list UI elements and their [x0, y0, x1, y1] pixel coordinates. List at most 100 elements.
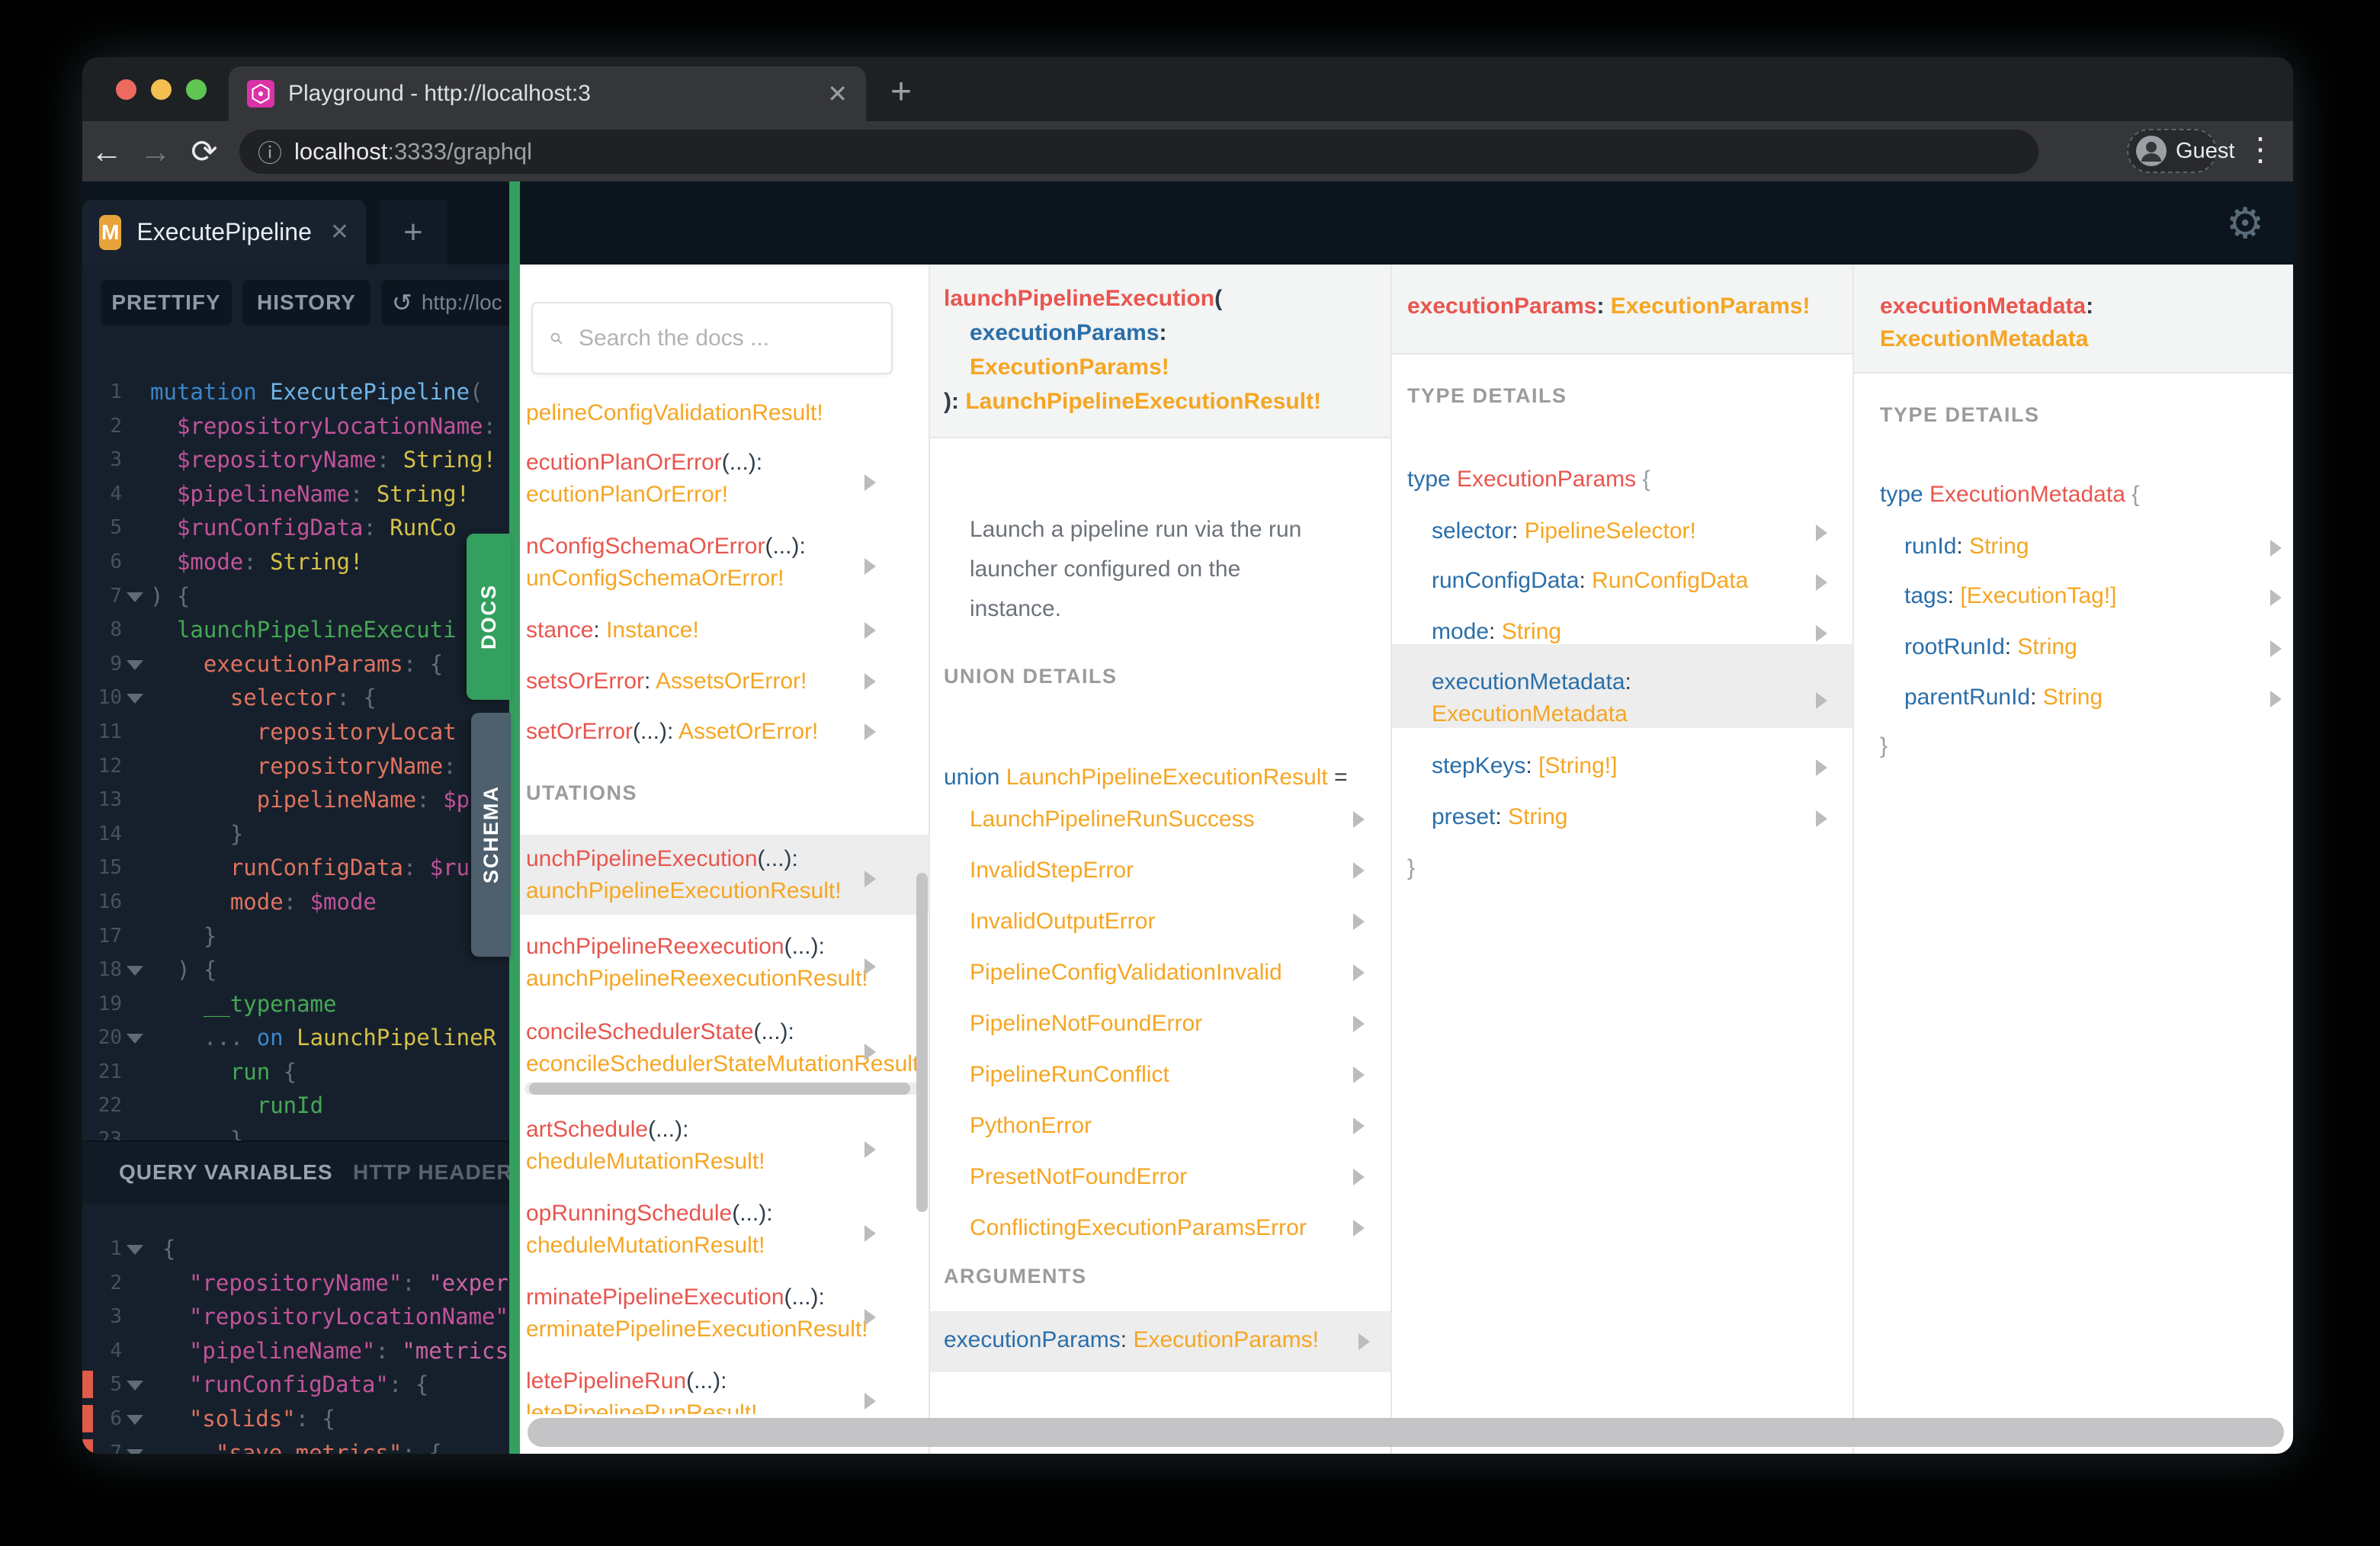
- type-declaration[interactable]: type ExecutionParams {: [1407, 467, 1650, 492]
- docs-field-item[interactable]: setOrError(...): AssetOrError!: [526, 719, 818, 745]
- code-line[interactable]: 1 mutation ExecutePipeline(: [82, 375, 509, 409]
- code-line[interactable]: 11 repositoryLocat: [82, 715, 509, 749]
- docs-field-item[interactable]: artSchedule(...):: [526, 1117, 688, 1143]
- expand-arrow-icon[interactable]: [1353, 862, 1365, 879]
- code-line[interactable]: 3 "repositoryLocationName":: [82, 1300, 509, 1334]
- docs-field-item[interactable]: unchPipelineExecution(...):: [526, 846, 798, 872]
- docs-field-item[interactable]: erminatePipelineExecutionResult!: [526, 1317, 868, 1342]
- docs-search[interactable]: [531, 302, 893, 374]
- code-line[interactable]: 12 repositoryName: $r: [82, 749, 509, 784]
- code-line[interactable]: 4 $pipelineName: String!: [82, 477, 509, 512]
- union-member[interactable]: PipelineRunConflict: [970, 1062, 1169, 1088]
- union-declaration[interactable]: union LaunchPipelineExecutionResult =: [944, 765, 1348, 791]
- profile-button[interactable]: Guest: [2127, 129, 2234, 173]
- expand-arrow-icon[interactable]: [1353, 964, 1365, 981]
- docs-field-item[interactable]: aunchPipelineReexecutionResult!: [526, 966, 868, 992]
- fold-caret-icon[interactable]: [127, 1448, 143, 1454]
- docs-search-input[interactable]: [577, 324, 874, 352]
- playground-new-tab-button[interactable]: +: [380, 200, 447, 265]
- selected-arg-signature[interactable]: executionParams: ExecutionParams!: [1407, 293, 1811, 319]
- code-line[interactable]: 6 $mode: String!: [82, 545, 509, 579]
- code-line[interactable]: 23}: [82, 1123, 509, 1140]
- forward-icon[interactable]: →: [131, 133, 180, 170]
- expand-arrow-icon[interactable]: [864, 871, 876, 887]
- settings-gear-icon[interactable]: ⚙: [2226, 198, 2264, 249]
- type-field[interactable]: tags: [ExecutionTag!]: [1904, 583, 2117, 609]
- minimize-window-button[interactable]: [151, 79, 172, 100]
- selected-field-signature[interactable]: ExecutionMetadata: [1880, 326, 2088, 352]
- code-line[interactable]: 19 __typename: [82, 987, 509, 1022]
- union-member[interactable]: ConflictingExecutionParamsError: [970, 1215, 1307, 1241]
- code-line[interactable]: 3 $repositoryName: String!: [82, 443, 509, 477]
- horizontal-scrollbar[interactable]: [529, 1083, 910, 1095]
- type-field[interactable]: mode: String: [1432, 619, 1561, 645]
- expand-arrow-icon[interactable]: [864, 1309, 876, 1326]
- type-field[interactable]: parentRunId: String: [1904, 685, 2103, 710]
- fold-caret-icon[interactable]: [127, 592, 143, 602]
- docs-divider[interactable]: [509, 181, 520, 1454]
- code-line[interactable]: 20... on LaunchPipelineR: [82, 1021, 509, 1055]
- expand-arrow-icon[interactable]: [1353, 913, 1365, 930]
- horizontal-scrollbar[interactable]: [528, 1418, 2284, 1447]
- expand-arrow-icon[interactable]: [2270, 589, 2282, 606]
- signature-line[interactable]: ): LaunchPipelineExecutionResult!: [944, 389, 1321, 415]
- fold-caret-icon[interactable]: [127, 694, 143, 704]
- vertical-scrollbar[interactable]: [916, 873, 928, 1212]
- tab-query-variables[interactable]: QUERY VARIABLES: [119, 1160, 333, 1185]
- docs-field-item[interactable]: stance: Instance!: [526, 617, 699, 643]
- docs-field-item[interactable]: letePipelineRun(...):: [526, 1368, 727, 1394]
- expand-arrow-icon[interactable]: [864, 673, 876, 690]
- endpoint-reload-icon[interactable]: ↺: [392, 288, 412, 317]
- reload-icon[interactable]: ⟳: [180, 133, 229, 170]
- docs-field-item[interactable]: aunchPipelineExecutionResult!: [526, 878, 842, 904]
- closing-brace[interactable]: }: [1407, 855, 1415, 881]
- fold-caret-icon[interactable]: [127, 1381, 143, 1391]
- argument-row[interactable]: executionParams: ExecutionParams!: [944, 1327, 1319, 1353]
- code-line[interactable]: 2 "repositoryName": "exper: [82, 1266, 509, 1301]
- playground-tab-close-icon[interactable]: ✕: [330, 219, 349, 245]
- type-field[interactable]: executionMetadata:: [1432, 669, 1631, 695]
- playground-tab[interactable]: M ExecutePipeline ✕: [82, 200, 366, 265]
- signature-line[interactable]: ExecutionParams!: [970, 354, 1169, 380]
- docs-field-item[interactable]: rminatePipelineExecution(...):: [526, 1285, 825, 1310]
- type-field[interactable]: runId: String: [1904, 534, 2029, 560]
- code-line[interactable]: 13 pipelineName: $pip: [82, 783, 509, 817]
- docs-field-item[interactable]: opRunningSchedule(...):: [526, 1201, 773, 1227]
- docs-field-item[interactable]: concileSchedulerState(...):: [526, 1019, 794, 1045]
- selected-field-signature[interactable]: executionMetadata:: [1880, 293, 2093, 319]
- type-declaration[interactable]: type ExecutionMetadata {: [1880, 482, 2139, 508]
- type-field[interactable]: selector: PipelineSelector!: [1432, 518, 1696, 544]
- back-icon[interactable]: ←: [82, 133, 131, 170]
- docs-field-item[interactable]: ecutionPlanOrError!: [526, 482, 728, 508]
- type-field[interactable]: preset: String: [1432, 804, 1567, 830]
- maximize-window-button[interactable]: [186, 79, 207, 100]
- schema-side-tab[interactable]: SCHEMA: [471, 713, 511, 957]
- docs-field-item[interactable]: setsOrError: AssetsOrError!: [526, 669, 807, 694]
- fold-caret-icon[interactable]: [127, 1245, 143, 1255]
- expand-arrow-icon[interactable]: [2270, 640, 2282, 657]
- prettify-button[interactable]: PRETTIFY: [101, 280, 232, 326]
- expand-arrow-icon[interactable]: [1816, 574, 1827, 591]
- union-member[interactable]: PipelineConfigValidationInvalid: [970, 960, 1282, 986]
- expand-arrow-icon[interactable]: [864, 958, 876, 975]
- docs-field-item[interactable]: unConfigSchemaOrError!: [526, 566, 784, 592]
- code-line[interactable]: 1{: [82, 1232, 509, 1266]
- union-member[interactable]: PythonError: [970, 1113, 1092, 1139]
- expand-arrow-icon[interactable]: [1353, 1220, 1365, 1236]
- code-line[interactable]: 8 launchPipelineExecuti: [82, 613, 509, 647]
- code-line[interactable]: 15 runConfigData: $runC: [82, 851, 509, 885]
- expand-arrow-icon[interactable]: [1816, 810, 1827, 827]
- expand-arrow-icon[interactable]: [864, 474, 876, 491]
- query-editor[interactable]: 1 mutation ExecutePipeline(2 $repositoryLo…: [82, 374, 509, 1140]
- browser-tab[interactable]: Playground - http://localhost:3 ✕: [229, 66, 866, 121]
- site-info-icon[interactable]: ⓘ: [258, 134, 282, 169]
- expand-arrow-icon[interactable]: [864, 622, 876, 639]
- code-line[interactable]: 17}: [82, 919, 509, 954]
- type-field[interactable]: ExecutionMetadata: [1432, 701, 1628, 727]
- expand-arrow-icon[interactable]: [1816, 759, 1827, 776]
- expand-arrow-icon[interactable]: [864, 1044, 876, 1060]
- closing-brace[interactable]: }: [1880, 733, 1888, 759]
- code-line[interactable]: 10 selector: {: [82, 681, 509, 715]
- code-line[interactable]: 5 $runConfigData: RunCo: [82, 511, 509, 545]
- code-line[interactable]: 4 "pipelineName": "metrics: [82, 1334, 509, 1368]
